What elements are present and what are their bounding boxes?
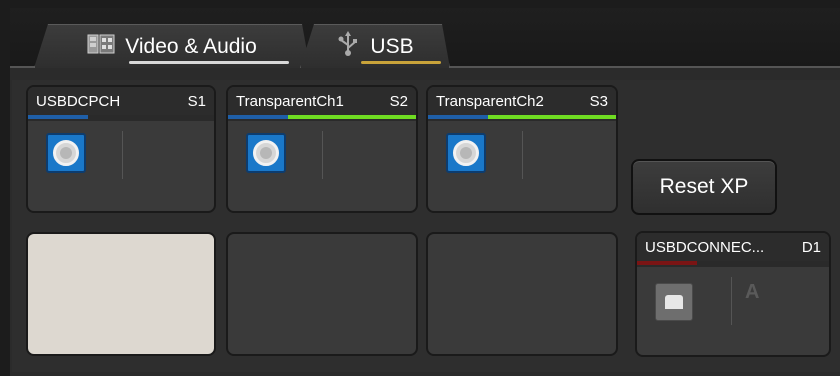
signal-bar-blue <box>28 115 88 119</box>
source-slot: S3 <box>589 92 608 110</box>
signal-bar-blue <box>428 115 488 119</box>
signal-bar-red <box>637 261 697 265</box>
signal-bar-green <box>488 115 616 119</box>
tab-video-audio-label: Video & Audio <box>125 34 257 58</box>
signal-bar-green <box>288 115 416 119</box>
source-slot: S1 <box>187 92 206 110</box>
destination-letter: A <box>745 281 760 303</box>
signal-bar-blue <box>228 115 288 119</box>
source-header: TransparentCh2 S3 <box>428 87 616 115</box>
source-header: USBDCPCH S1 <box>28 87 214 115</box>
reset-xp-label: Reset XP <box>659 175 749 198</box>
tab-bar: Video & Audio USB <box>10 8 840 68</box>
tab-underline <box>361 61 441 64</box>
source-card-s2[interactable]: TransparentCh1 S2 <box>226 85 418 213</box>
source-name: TransparentCh2 <box>436 92 544 110</box>
source-card-s3[interactable]: TransparentCh2 S3 <box>426 85 618 213</box>
tab-usb[interactable]: USB <box>300 24 450 68</box>
usb-symbol-icon <box>336 31 360 63</box>
card-divider <box>122 131 123 179</box>
source-name: USBDCPCH <box>36 92 121 110</box>
source-card-s1[interactable]: USBDCPCH S1 <box>26 85 216 213</box>
source-header: TransparentCh1 S2 <box>228 87 416 115</box>
usb-b-port-icon <box>46 133 86 173</box>
card-divider <box>522 131 523 179</box>
reset-xp-button[interactable]: Reset XP <box>631 159 777 215</box>
card-divider <box>322 131 323 179</box>
destination-slot: D1 <box>801 238 821 256</box>
destination-header: USBDCONNEC... D1 <box>637 233 829 261</box>
crosspoint-slot-s1-d1[interactable] <box>26 232 216 356</box>
usb-b-device-icon <box>655 283 693 321</box>
destination-name: USBDCONNEC... <box>645 238 765 256</box>
source-slot: S2 <box>389 92 408 110</box>
crosspoint-slot-s2-d1[interactable] <box>226 232 418 356</box>
source-name: TransparentCh1 <box>236 92 344 110</box>
tab-video-audio[interactable]: Video & Audio <box>34 24 310 68</box>
tab-underline <box>129 61 289 64</box>
usb-b-port-icon <box>246 133 286 173</box>
destination-card-d1[interactable]: USBDCONNEC... D1 A <box>635 231 831 357</box>
tab-usb-label: USB <box>370 34 414 58</box>
video-audio-icon <box>87 32 115 62</box>
crosspoint-slot-s3-d1[interactable] <box>426 232 618 356</box>
card-divider <box>731 277 732 325</box>
usb-b-port-icon <box>446 133 486 173</box>
